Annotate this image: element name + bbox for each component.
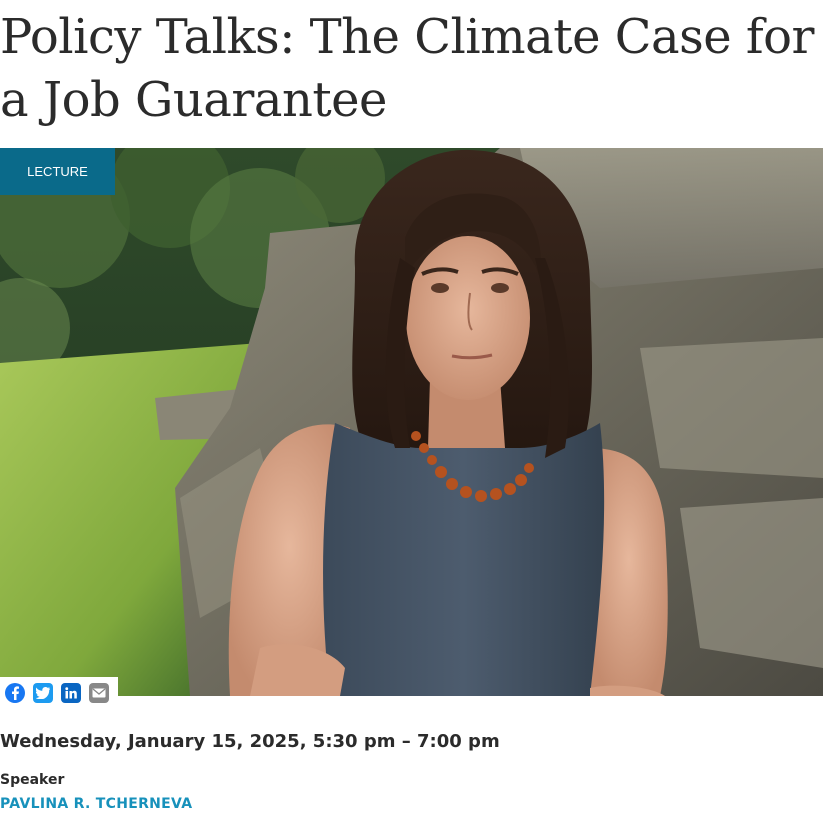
event-datetime: Wednesday, January 15, 2025, 5:30 pm – 7… [0,731,500,752]
speaker-name-link[interactable]: PAVLINA R. TCHERNEVA [0,796,192,812]
speaker-label: Speaker [0,772,65,788]
email-icon[interactable] [89,683,109,703]
share-bar [0,677,118,709]
facebook-glyph [12,686,19,700]
hero-image: LECTURE [0,148,823,696]
category-badge[interactable]: LECTURE [0,148,115,195]
email-glyph [92,688,106,698]
linkedin-icon[interactable] [61,683,81,703]
twitter-icon[interactable] [33,683,53,703]
speaker-portrait-photo [0,148,823,696]
twitter-glyph [36,687,50,699]
facebook-icon[interactable] [5,683,25,703]
linkedin-glyph [65,687,77,699]
page-title: Policy Talks: The Climate Case for a Job… [0,9,814,128]
